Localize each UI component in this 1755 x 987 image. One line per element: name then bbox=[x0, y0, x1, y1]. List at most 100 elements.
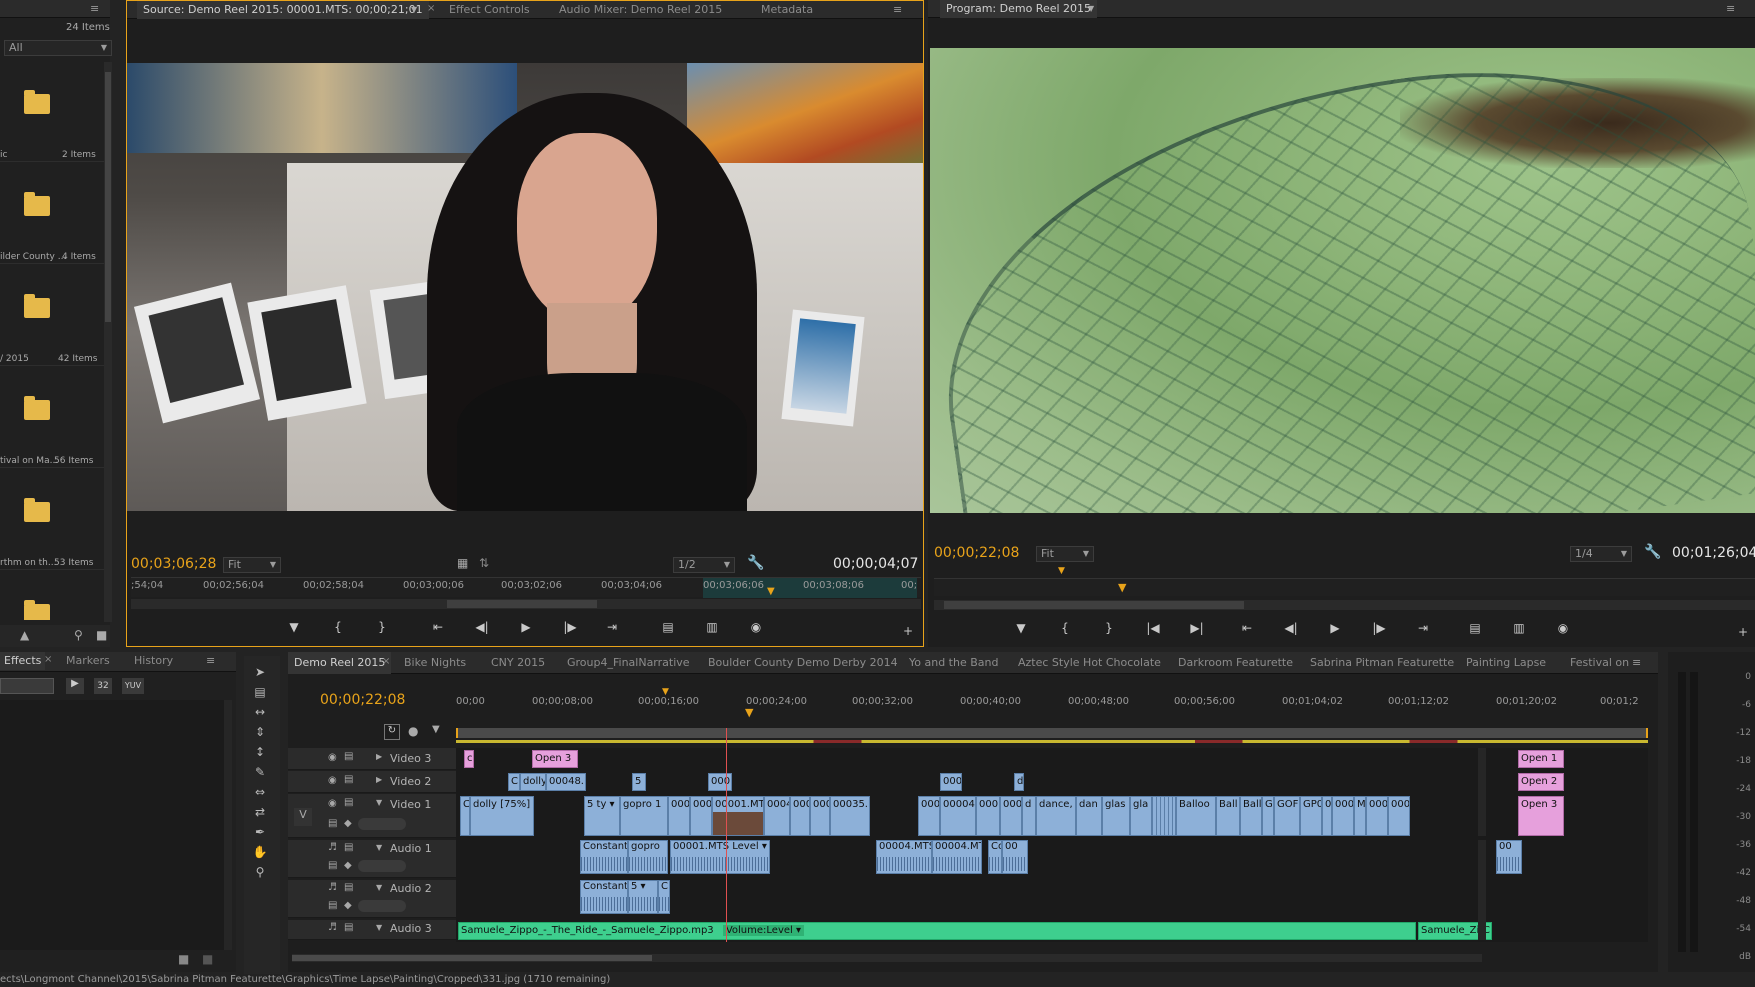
audio-clip[interactable]: 5 ▾ bbox=[628, 880, 658, 914]
tab-sequence[interactable]: Group4_FinalNarrative bbox=[567, 652, 690, 674]
tab-sequence[interactable]: Festival on bbox=[1570, 652, 1629, 674]
mark-out-button[interactable]: } bbox=[367, 617, 397, 637]
button-editor-add-icon[interactable]: + bbox=[893, 621, 923, 641]
audio-clip[interactable]: 00001.MTS Level ▾ bbox=[670, 840, 770, 874]
tab-effects[interactable]: Effects bbox=[0, 652, 46, 670]
bin-item[interactable]: / 2015 42 Items bbox=[0, 264, 104, 366]
yuv-effects-badge[interactable]: YUV bbox=[122, 678, 144, 694]
insert-button[interactable]: ▤ bbox=[653, 617, 683, 637]
clip-level-dropdown[interactable]: Volume:Level ▾ bbox=[722, 925, 804, 936]
track-header-video3[interactable]: ◉ ▤ ▶ Video 3 bbox=[288, 748, 456, 770]
step-forward-button[interactable]: |▶ bbox=[1364, 618, 1394, 638]
go-to-out-button[interactable]: ▶| bbox=[1182, 618, 1212, 638]
tab-sequence[interactable]: Yo and the Band bbox=[909, 652, 998, 674]
audio-clip[interactable]: 00 bbox=[1002, 840, 1028, 874]
zoom-slider-icon[interactable]: ▲ bbox=[20, 628, 29, 642]
bin-item[interactable] bbox=[0, 570, 104, 620]
go-to-previous-edit-button[interactable]: ⇤ bbox=[1232, 618, 1262, 638]
eye-icon[interactable]: ◉ bbox=[328, 798, 337, 809]
add-marker-button[interactable]: ▼ bbox=[1006, 618, 1036, 638]
keyframe-nav[interactable] bbox=[358, 900, 406, 912]
tab-sequence[interactable]: Bike Nights bbox=[404, 652, 466, 674]
clip[interactable]: glas bbox=[1102, 796, 1130, 836]
track-header-video2[interactable]: ◉ ▤ ▶ Video 2 bbox=[288, 771, 456, 793]
program-resolution-dropdown[interactable]: 1/4 ▼ bbox=[1570, 546, 1632, 562]
expand-track-icon[interactable]: ▶ bbox=[376, 775, 382, 784]
audio-clip[interactable]: gopro bbox=[628, 840, 668, 874]
extract-button[interactable]: ▥ bbox=[1504, 618, 1534, 638]
bin-item[interactable]: ilder County ... 4 Items bbox=[0, 162, 104, 264]
snap-icon[interactable]: ↻ bbox=[384, 724, 400, 740]
effects-tree[interactable] bbox=[0, 700, 228, 950]
clip[interactable]: 000 bbox=[1000, 796, 1022, 836]
timeline-timecode[interactable]: 00;00;22;08 bbox=[320, 692, 405, 708]
clip[interactable]: M bbox=[1354, 796, 1366, 836]
panel-menu-icon[interactable]: ≡ bbox=[1632, 657, 1646, 669]
zoom-bar-thumb[interactable] bbox=[447, 600, 597, 608]
effects-scrollbar[interactable] bbox=[224, 700, 232, 950]
clip[interactable]: Open 3 bbox=[1518, 796, 1564, 836]
audio-clip[interactable]: 00004.MTS bbox=[876, 840, 932, 874]
playhead-icon[interactable]: ▼ bbox=[1118, 581, 1126, 594]
audio-clip[interactable]: 00 bbox=[1496, 840, 1522, 874]
expand-track-icon[interactable]: ▶ bbox=[376, 752, 382, 761]
clip[interactable]: d bbox=[1014, 773, 1024, 791]
tab-source[interactable]: Source: Demo Reel 2015: 00001.MTS: 00;00… bbox=[137, 1, 429, 19]
mark-in-button[interactable]: { bbox=[1050, 618, 1080, 638]
track-header-audio3[interactable]: ♬ ▤ ▼ Audio 3 bbox=[288, 920, 456, 940]
go-to-next-edit-button[interactable]: ⇥ bbox=[1408, 618, 1438, 638]
audio-tracks-scrollbar[interactable] bbox=[1478, 840, 1486, 940]
program-zoom-bar[interactable] bbox=[934, 600, 1755, 610]
step-back-button[interactable]: ◀| bbox=[1276, 618, 1306, 638]
go-to-in-button[interactable]: |◀ bbox=[1138, 618, 1168, 638]
tab-sequence[interactable]: Sabrina Pitman Featurette bbox=[1310, 652, 1454, 674]
program-fit-dropdown[interactable]: Fit ▼ bbox=[1036, 546, 1094, 562]
clip[interactable]: gopro 1 bbox=[620, 796, 668, 836]
add-marker-icon[interactable]: ▼ bbox=[432, 724, 440, 735]
panel-menu-icon[interactable]: ≡ bbox=[1726, 3, 1740, 15]
clip[interactable]: dolly bbox=[520, 773, 546, 791]
clip[interactable]: 000 bbox=[1366, 796, 1388, 836]
clip[interactable]: 00048.M bbox=[546, 773, 586, 791]
panel-menu-icon[interactable]: ≡ bbox=[206, 655, 220, 667]
speaker-icon[interactable]: ♬ bbox=[328, 882, 337, 893]
track-select-tool-icon[interactable]: ▤ bbox=[252, 684, 268, 700]
lift-button[interactable]: ▤ bbox=[1460, 618, 1490, 638]
collapse-track-icon[interactable]: ▼ bbox=[376, 798, 382, 807]
play-button[interactable]: ▶ bbox=[1320, 618, 1350, 638]
keyframe-nav[interactable] bbox=[358, 818, 406, 830]
speaker-icon[interactable]: ♬ bbox=[328, 842, 337, 853]
scroll-thumb[interactable] bbox=[105, 72, 111, 322]
slide-tool-icon[interactable]: ⇄ bbox=[252, 804, 268, 820]
clip[interactable]: Open 1 bbox=[1518, 750, 1564, 768]
keyframe-icon[interactable]: ▤ bbox=[328, 860, 337, 871]
keyframe-icon[interactable]: ◆ bbox=[344, 818, 352, 829]
clip[interactable]: C bbox=[460, 796, 470, 836]
collapse-track-icon[interactable]: ▼ bbox=[376, 923, 382, 932]
source-timecode-in[interactable]: 00;03;06;28 bbox=[131, 556, 216, 572]
clip[interactable]: 000 bbox=[940, 773, 962, 791]
audio-clip-music[interactable]: Samuele_Zip bbox=[1418, 922, 1482, 940]
program-video-frame[interactable] bbox=[930, 48, 1755, 513]
program-timecode[interactable]: 00;00;22;08 bbox=[934, 545, 1019, 561]
mark-out-button[interactable]: } bbox=[1094, 618, 1124, 638]
keyframe-icon[interactable]: ◆ bbox=[344, 900, 352, 911]
project-scrollbar[interactable] bbox=[104, 62, 112, 622]
clip[interactable]: dan bbox=[1076, 796, 1102, 836]
clip[interactable]: 0004 bbox=[764, 796, 790, 836]
close-icon[interactable]: × bbox=[427, 3, 435, 14]
clip[interactable]: Ball bbox=[1216, 796, 1240, 836]
clip[interactable]: 000 bbox=[976, 796, 1000, 836]
clip[interactable]: 5 bbox=[632, 773, 646, 791]
project-filter-dropdown[interactable]: All ▼ bbox=[4, 40, 112, 56]
audio-clip[interactable]: 00004.MT bbox=[932, 840, 982, 874]
clip[interactable]: dolly [75%] bbox=[470, 796, 534, 836]
razor-tool-icon[interactable]: ✎ bbox=[252, 764, 268, 780]
clip[interactable]: Balloo bbox=[1176, 796, 1216, 836]
film-icon[interactable]: ▤ bbox=[344, 842, 353, 853]
clip-thin[interactable] bbox=[1152, 796, 1176, 836]
ripple-edit-tool-icon[interactable]: ↔ bbox=[252, 704, 268, 720]
clip[interactable]: 000 bbox=[918, 796, 940, 836]
clip[interactable]: G bbox=[1262, 796, 1274, 836]
panel-menu-icon[interactable]: ≡ bbox=[90, 3, 104, 15]
